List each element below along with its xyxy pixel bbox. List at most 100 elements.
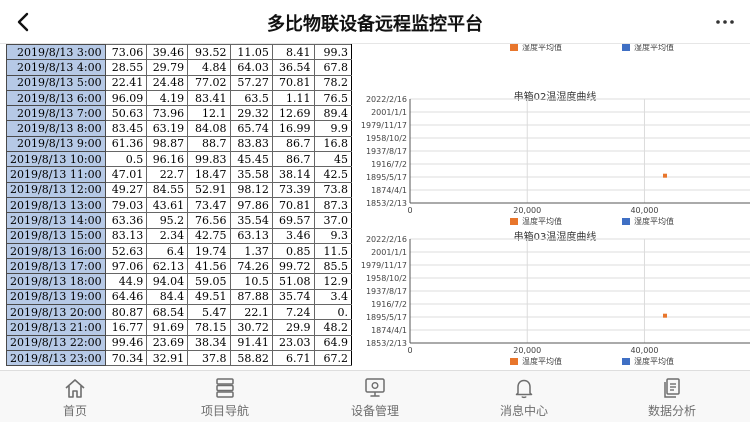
value-cell: 96.09 (104, 89, 148, 107)
value-cell: 23.69 (146, 334, 189, 351)
value-cell: 65.74 (229, 120, 273, 137)
value-cell: 6.4 (146, 242, 189, 260)
value-cell: 87.88 (229, 288, 273, 306)
value-cell: 64.9 (313, 334, 352, 351)
value-cell: 78.2 (313, 74, 352, 91)
value-cell: 83.83 (229, 135, 273, 153)
value-cell: 9.9 (313, 120, 352, 137)
legend-swatch (510, 44, 518, 51)
value-cell: 44.9 (104, 273, 148, 290)
page-title: 多比物联设备远程监控平台 (267, 14, 483, 35)
value-cell: 94.04 (146, 273, 189, 290)
value-cell: 83.13 (104, 227, 148, 244)
value-cell: 18.47 (187, 166, 231, 183)
table-row: 2019/8/13 20:00 80.87 68.54 5.47 22.1 7.24 0. (6, 304, 352, 321)
y-tick-label: 2001/1/1 (371, 108, 407, 117)
value-cell: 12.1 (187, 105, 231, 122)
value-cell: 45.45 (229, 151, 273, 168)
data-table-panel[interactable]: 2019/8/13 3:00 73.06 39.46 93.52 11.05 8.41 99… (6, 44, 352, 370)
table-row: 2019/8/13 12:00 49.27 84.55 52.91 98.12 73.39… (6, 181, 352, 198)
time-cell: 2019/8/13 7:00 (6, 105, 106, 122)
value-cell: 59.05 (187, 273, 231, 290)
value-cell: 11.5 (313, 242, 352, 260)
value-cell: 86.7 (271, 151, 315, 168)
table-row: 2019/8/13 14:00 63.36 95.2 76.56 35.54 69.57 3… (6, 212, 352, 229)
value-cell: 73.39 (271, 181, 315, 198)
value-cell: 99.46 (104, 334, 148, 351)
legend-item[interactable]: 湿度平均值 (622, 356, 674, 367)
value-cell: 96.16 (146, 151, 189, 168)
table-row: 2019/8/13 9:00 61.36 98.87 88.7 83.83 86.7 16.… (6, 135, 352, 153)
legend-item[interactable]: 温度平均值 (510, 356, 562, 367)
value-cell: 62.13 (146, 258, 189, 275)
value-cell: 6.71 (271, 349, 315, 367)
value-cell: 29.79 (146, 59, 189, 76)
value-cell: 95.2 (146, 212, 189, 229)
value-cell: 63.36 (104, 212, 148, 229)
x-tick-label: 0 (407, 206, 412, 215)
value-cell: 48.2 (313, 319, 352, 336)
value-cell: 99.72 (271, 258, 315, 275)
x-tick-label: 40,000 (630, 346, 658, 355)
value-cell: 5.47 (187, 304, 231, 321)
value-cell: 63.5 (229, 89, 273, 107)
value-cell: 73.96 (146, 105, 189, 122)
value-cell: 83.41 (187, 89, 231, 107)
more-dots-icon[interactable] (714, 11, 736, 33)
value-cell: 61.36 (104, 135, 148, 153)
value-cell: 70.81 (271, 74, 315, 91)
value-cell: 69.57 (271, 212, 315, 229)
value-cell: 73.47 (187, 196, 231, 214)
tab-label: 设备管理 (350, 404, 399, 418)
value-cell: 91.41 (229, 334, 273, 351)
tab-home[interactable]: 首页 (0, 371, 150, 422)
legend-label: 湿度平均值 (634, 357, 674, 366)
legend-item[interactable]: 湿度平均值 (510, 44, 562, 53)
legend-swatch (622, 358, 630, 365)
y-tick-label: 1853/2/13 (366, 199, 407, 208)
table-row: 2019/8/13 8:00 83.45 63.19 84.08 65.74 16.99 9… (6, 120, 352, 137)
legend-item[interactable]: 湿度平均值 (622, 44, 674, 53)
y-tick-label: 1958/10/2 (366, 274, 407, 283)
value-cell: 19.74 (187, 242, 231, 260)
time-cell: 2019/8/13 4:00 (6, 59, 106, 76)
tab-server-stack[interactable]: 项目导航 (150, 371, 300, 422)
value-cell: 58.82 (229, 349, 273, 367)
value-cell: 16.77 (104, 319, 148, 336)
value-cell: 35.58 (229, 166, 273, 183)
time-cell: 2019/8/13 6:00 (6, 89, 106, 107)
value-cell: 80.87 (104, 304, 148, 321)
table-row: 2019/8/13 15:00 83.13 2.34 42.75 63.13 3.46 9.… (6, 227, 352, 244)
value-cell: 78.15 (187, 319, 231, 336)
x-tick-label: 20,000 (513, 346, 541, 355)
value-cell: 84.08 (187, 120, 231, 137)
main-content: 2019/8/13 3:00 73.06 39.46 93.52 11.05 8.41 99… (0, 44, 750, 370)
table-row: 2019/8/13 6:00 96.09 4.19 83.41 63.5 1.11 76.5 (6, 89, 352, 107)
data-point (663, 313, 667, 318)
tab-bell[interactable]: 消息中心 (449, 371, 599, 422)
x-tick-label: 40,000 (630, 206, 658, 215)
value-cell: 77.02 (187, 74, 231, 91)
time-cell: 2019/8/13 21:00 (6, 319, 106, 336)
value-cell: 86.7 (271, 135, 315, 153)
tab-document-chart[interactable]: 数据分析 (597, 371, 747, 422)
value-cell: 7.24 (271, 304, 315, 321)
tab-label: 项目导航 (200, 404, 249, 418)
y-tick-label: 1874/4/1 (371, 326, 407, 335)
value-cell: 87.3 (313, 196, 352, 214)
value-cell: 52.91 (187, 181, 231, 198)
value-cell: 37.8 (187, 349, 231, 367)
value-cell: 4.19 (146, 89, 189, 107)
y-tick-label: 1895/5/17 (366, 173, 407, 182)
value-cell: 70.81 (271, 196, 315, 214)
y-tick-label: 2022/2/16 (366, 235, 407, 244)
tab-label: 首页 (62, 404, 87, 418)
tab-monitor[interactable]: 设备管理 (300, 371, 450, 422)
value-cell: 73.8 (313, 181, 352, 198)
top-bar: 多比物联设备远程监控平台 (0, 0, 750, 44)
table-row: 2019/8/13 21:00 16.77 91.69 78.15 30.72 29.9 4… (6, 319, 352, 336)
table-row: 2019/8/13 18:00 44.9 94.04 59.05 10.5 51.08 12… (6, 273, 352, 290)
y-tick-label: 1916/7/2 (371, 160, 407, 169)
value-cell: 30.72 (229, 319, 273, 336)
value-cell: 1.11 (271, 89, 315, 107)
